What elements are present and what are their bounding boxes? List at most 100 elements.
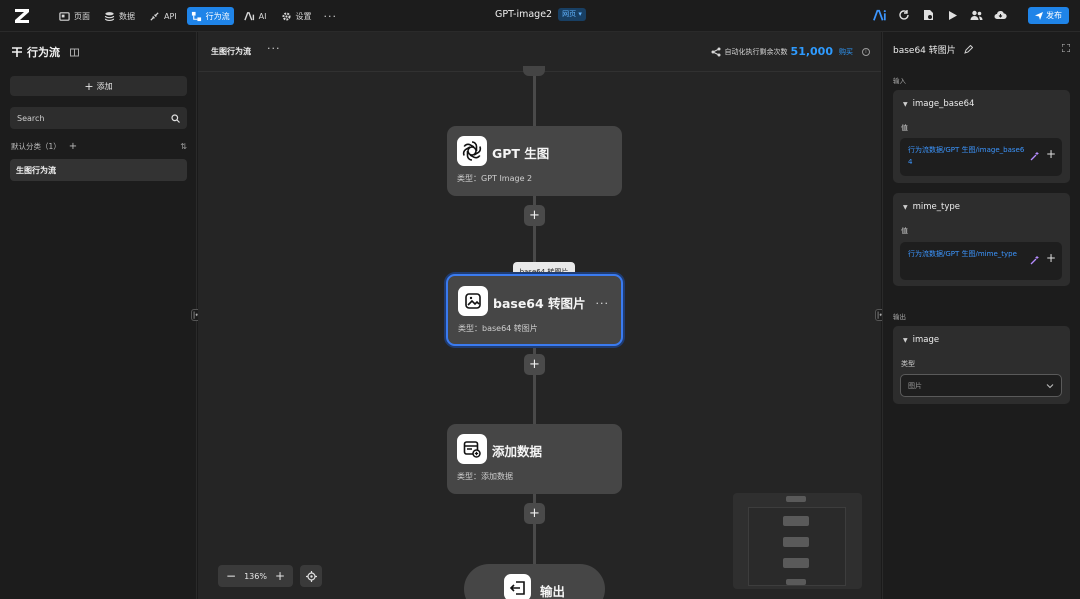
magic-wand-icon[interactable] [1030,256,1039,265]
input-card-mime-type: ▼ mime_type 值 行为流数据/GPT 生图/mime_type + [893,193,1070,286]
value-field[interactable]: 行为流数据/GPT 生图/image_base64 + [900,138,1062,176]
node-subtitle: 类型：添加数据 [457,472,513,481]
add-node-button[interactable]: + [524,354,545,375]
nav-item-settings[interactable]: 设置 [277,7,316,25]
panel-header: base64 转图片 [893,43,973,56]
chevron-down-icon [1046,384,1054,389]
minimap[interactable] [733,493,862,589]
upper-node-handle [523,66,545,76]
type-select[interactable]: 图片 [900,374,1062,397]
node-title: base64 转图片 [493,296,586,311]
flow-node-output[interactable]: 输出 [464,564,605,599]
main-nav: 页面 数据 API 行为流 AI 设置 ··· [55,7,337,25]
nav-item-api[interactable]: API [145,7,181,25]
add-value-icon[interactable]: + [1046,251,1056,265]
sidebar-title: 行为流 [27,46,60,59]
card-header[interactable]: ▼ image_base64 [903,99,974,109]
nav-item-flow[interactable]: 行为流 [186,7,234,25]
caret-down-icon: ▼ [903,100,908,108]
info-icon[interactable]: i [862,47,870,56]
publish-label: 发布 [1046,11,1062,20]
add-category-icon[interactable]: + [69,141,77,152]
caret-down-icon: ▼ [903,203,908,211]
nav-item-label: 页面 [74,11,90,21]
node-subtitle: 类型：GPT Image 2 [457,174,533,183]
node-more-button[interactable]: ··· [596,297,610,310]
properties-panel: base64 转图片 输入 ▼ image_base64 值 行为流数据/GPT … [882,32,1080,599]
add-node-button[interactable]: + [524,503,545,524]
caret-down-icon: ▼ [903,336,908,344]
edit-icon[interactable] [963,45,973,54]
exit-icon [504,574,531,599]
buy-link[interactable]: 购买 [839,47,853,57]
locate-button[interactable] [300,565,322,587]
nav-item-data[interactable]: 数据 [100,7,139,25]
refresh-icon[interactable] [897,8,911,22]
add-flow-button[interactable]: + 添加 [10,76,187,96]
database-icon [104,11,115,21]
zoom-in-button[interactable]: + [275,569,285,583]
sidebar-header: 行为流 [11,44,83,60]
param-name: image_base64 [912,99,975,109]
flow-node-gpt-image[interactable]: GPT 生图 类型：GPT Image 2 [447,126,622,196]
top-bar: 页面 数据 API 行为流 AI 设置 ··· GPT-image2 网页 ▾ [0,0,1080,32]
category-label[interactable]: 默认分类（1） [11,141,61,152]
collapse-icon[interactable]: ⇅ [180,142,187,151]
share-nodes-icon [711,47,721,56]
add-node-button[interactable]: + [524,205,545,226]
minimap-node [783,516,809,526]
panel-title: base64 转图片 [893,46,956,56]
sidebar-item-flow[interactable]: 生图行为流 [10,159,187,181]
nav-item-ai[interactable]: AI [240,7,271,25]
flow-canvas[interactable]: 生图行为流 ··· 自动化执行剩余次数 51,000 购买 i GPT 生图 类… [198,32,881,599]
crosshair-icon [305,570,317,582]
plus-icon: + [84,79,94,93]
platform-badge[interactable]: 网页 ▾ [558,8,586,21]
output-section-label: 输出 [893,313,906,321]
nav-item-label: 设置 [295,11,312,21]
value-label: 值 [901,124,908,132]
flow-node-base64-to-image[interactable]: base64 转图片 类型：base64 转图片 ··· [446,274,623,346]
value-field[interactable]: 行为流数据/GPT 生图/mime_type + [900,242,1062,280]
ai-assistant-icon[interactable] [873,8,887,22]
page-icon [59,11,70,21]
nav-item-label: 行为流 [205,11,230,21]
node-title: 添加数据 [492,444,543,459]
image-convert-icon [458,286,488,316]
canvas-title: 生图行为流 [211,47,251,56]
minimap-node [786,579,806,585]
cloud-icon[interactable] [993,8,1007,22]
play-icon[interactable] [945,8,959,22]
value-label: 值 [901,227,908,235]
book-icon[interactable] [70,48,79,57]
type-value: 图片 [908,381,922,390]
add-label: 添加 [96,81,113,91]
users-icon[interactable] [969,8,983,22]
api-icon [150,11,159,21]
more-menu-button[interactable]: ··· [324,10,338,23]
settings-doc-icon[interactable] [921,8,935,22]
canvas-more-button[interactable]: ··· [267,42,281,55]
add-data-icon [457,434,487,464]
logo-icon[interactable] [13,7,31,25]
flow-node-add-data[interactable]: 添加数据 类型：添加数据 [447,424,622,494]
card-header[interactable]: ▼ mime_type [903,202,960,212]
search-icon [171,113,180,123]
card-header[interactable]: ▼ image [903,335,939,345]
toolbar-icons [873,8,1017,22]
ai-icon [243,11,254,20]
quota-label: 自动化执行剩余次数 [724,47,788,56]
nav-item-label: AI [258,11,267,21]
search-input[interactable]: Search [10,107,187,129]
category-header: 默认分类（1） + ⇅ [11,141,187,152]
publish-button[interactable]: 发布 [1028,7,1069,24]
app-title: GPT-image2 [495,9,553,20]
nav-item-pages[interactable]: 页面 [55,7,94,25]
expand-icon[interactable] [1062,44,1070,52]
nav-item-label: 数据 [119,11,135,21]
zoom-out-button[interactable]: − [226,569,236,583]
add-value-icon[interactable]: + [1046,147,1056,161]
type-label: 类型 [901,360,915,368]
magic-wand-icon[interactable] [1030,152,1039,161]
value-text: 行为流数据/GPT 生图/mime_type [908,250,1017,258]
